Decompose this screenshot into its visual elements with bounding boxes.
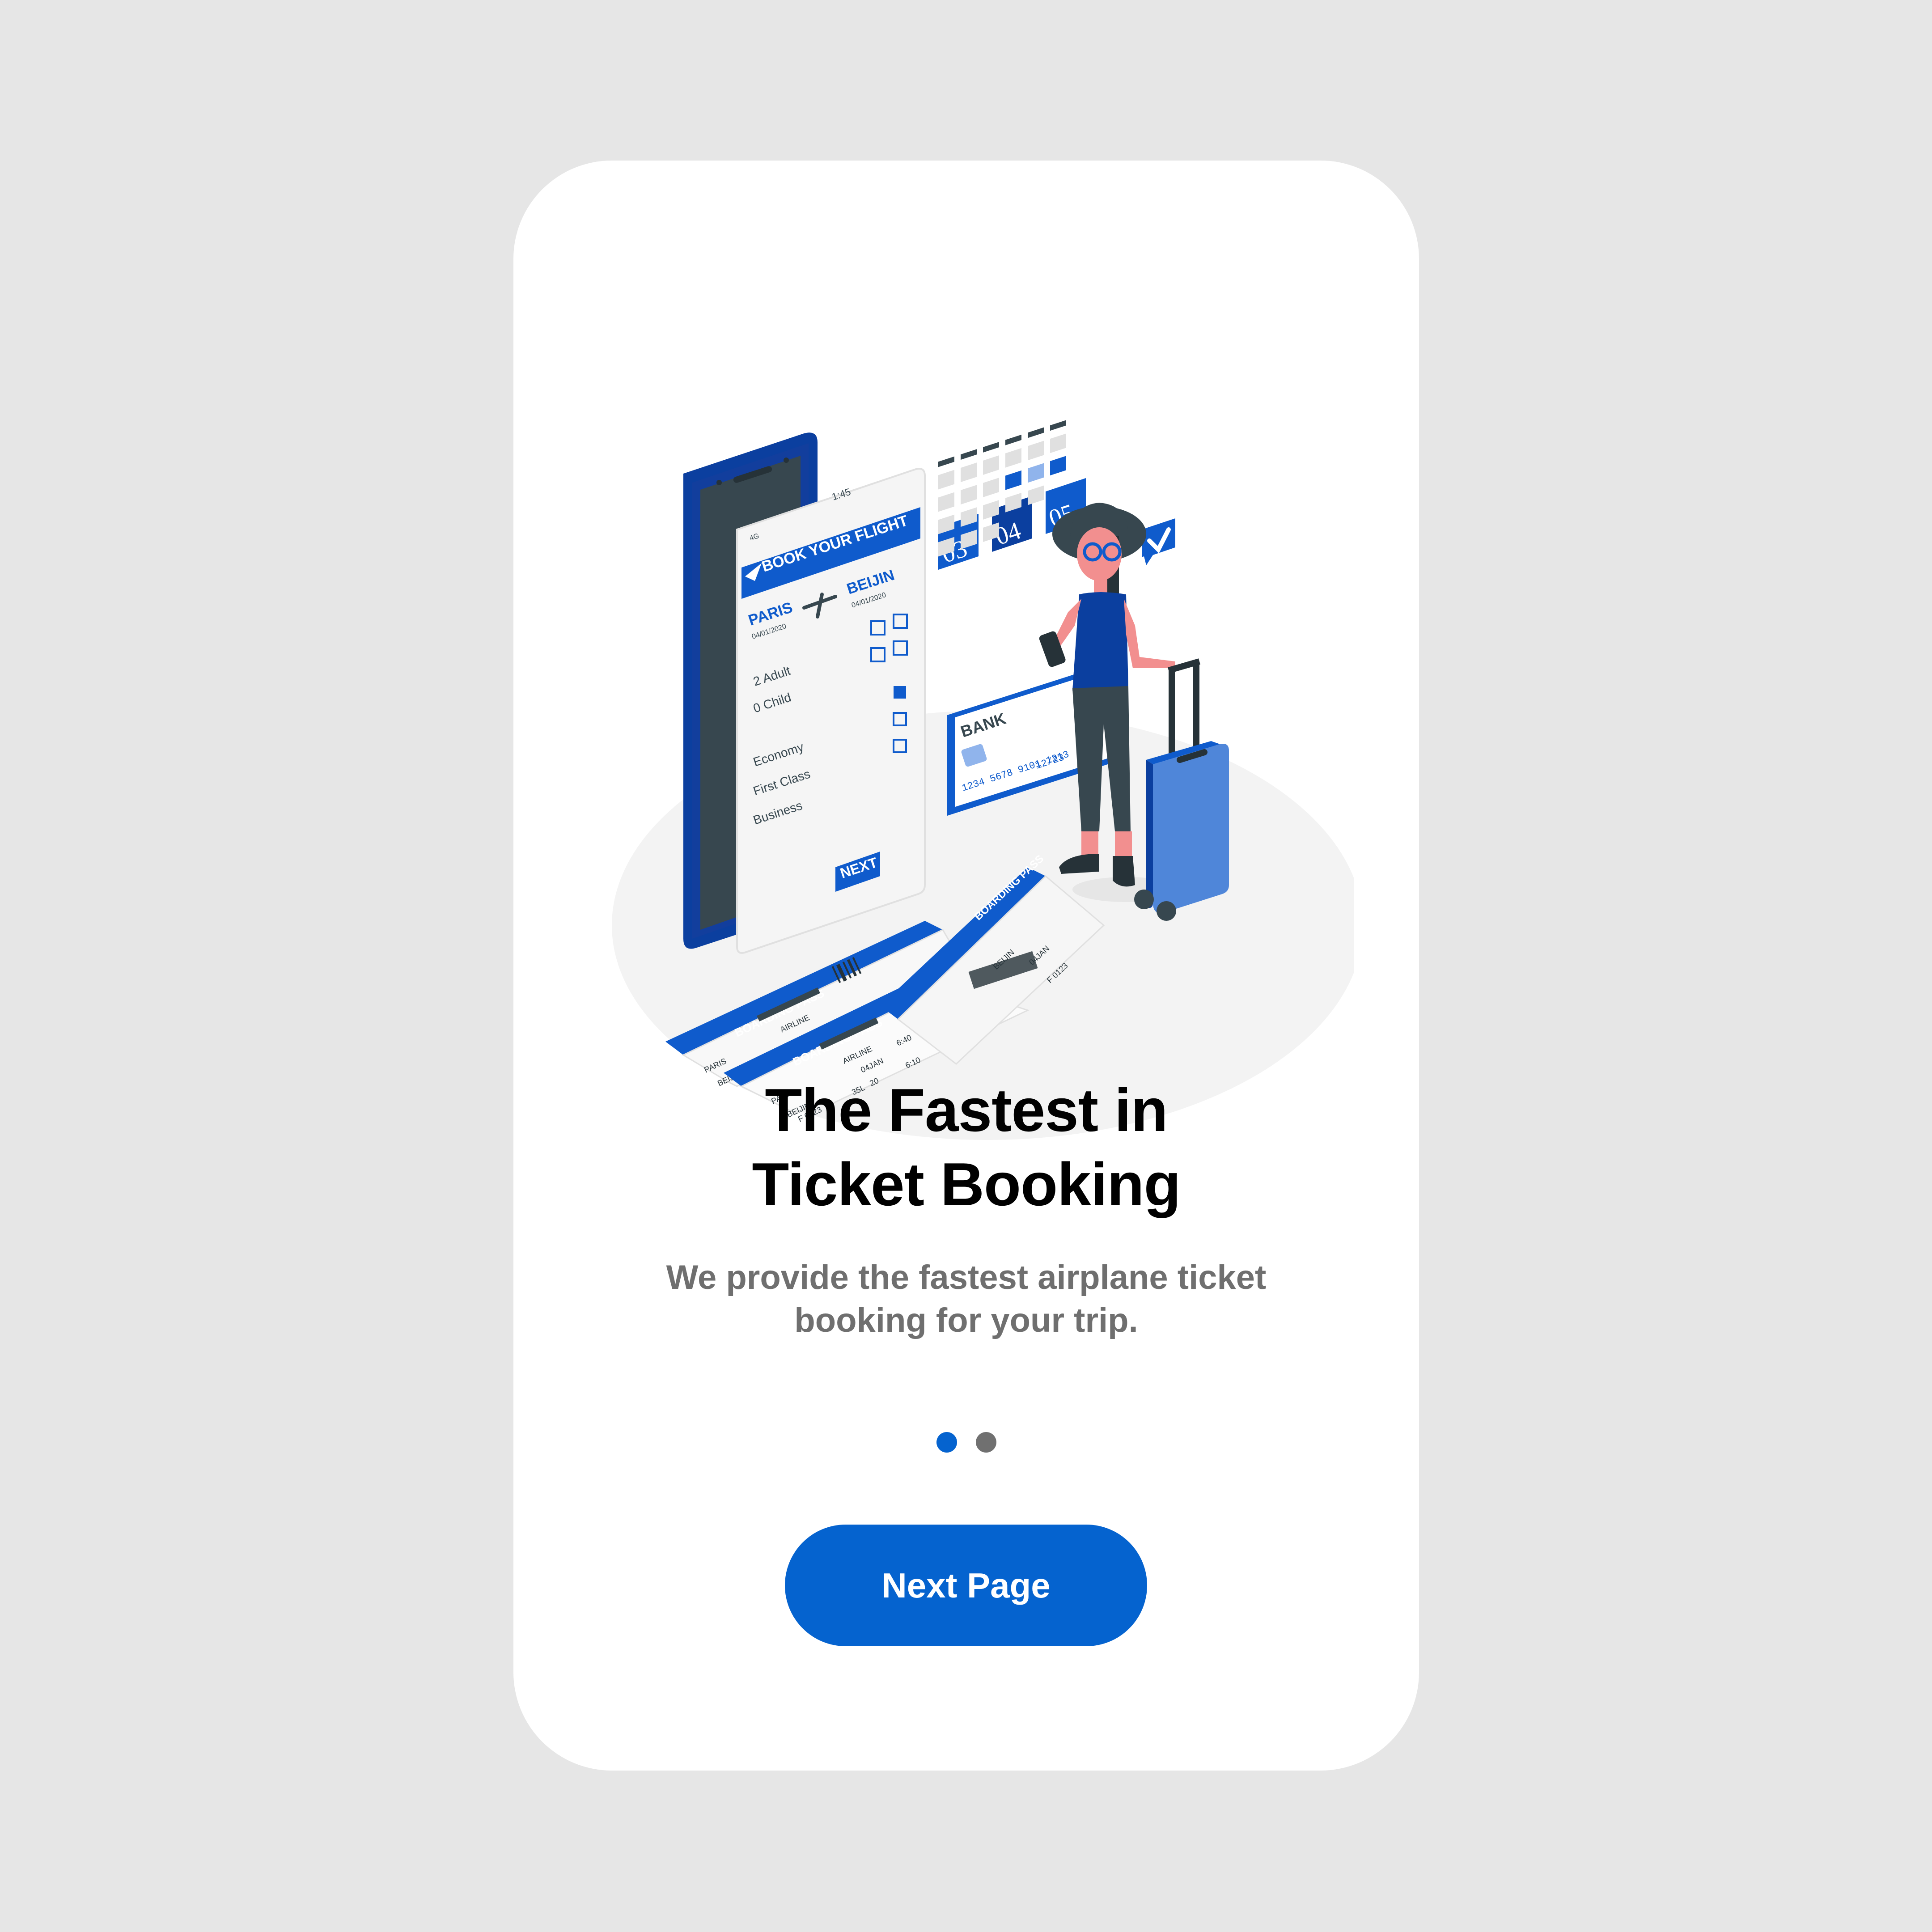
onboarding-card: 1:45 4G BOOK YOUR FLIGHT PARIS 04/01/202… bbox=[513, 161, 1419, 1771]
page-dot-2[interactable] bbox=[975, 1432, 996, 1453]
title-line-2: Ticket Booking bbox=[752, 1150, 1181, 1218]
booking-screen: 1:45 4G BOOK YOUR FLIGHT PARIS 04/01/202… bbox=[736, 468, 926, 954]
subtitle-line-1: We provide the fastest airplane ticket bbox=[666, 1258, 1267, 1296]
title-line-1: The Fastest in bbox=[765, 1076, 1168, 1144]
next-page-button[interactable]: Next Page bbox=[785, 1525, 1147, 1646]
page-dot-1-active[interactable] bbox=[936, 1432, 957, 1453]
subtitle-line-2: booking for your trip. bbox=[794, 1301, 1138, 1339]
page-subtitle: We provide the fastest airplane ticket b… bbox=[513, 1256, 1419, 1342]
page-title: The Fastest in Ticket Booking bbox=[513, 1073, 1419, 1221]
suitcase bbox=[1134, 658, 1229, 921]
check-badge-icon bbox=[1142, 518, 1175, 565]
page-indicator bbox=[513, 1432, 1419, 1454]
ticket-booking-illustration: 1:45 4G BOOK YOUR FLIGHT PARIS 04/01/202… bbox=[612, 420, 1354, 1140]
